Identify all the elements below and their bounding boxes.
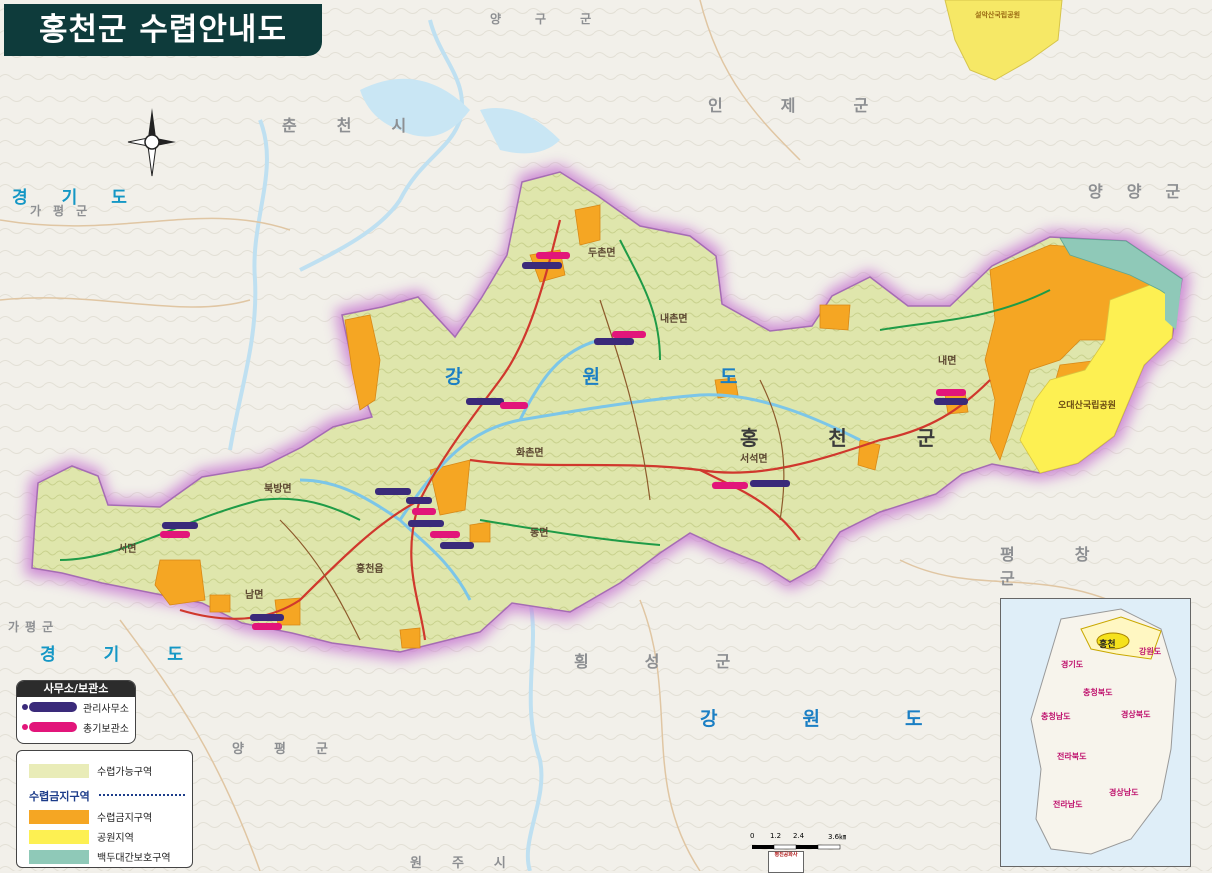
town-hongcheon-eup: 홍천읍 <box>356 564 384 575</box>
korea-inset-map: 홍천 강원도 경기도 충청북도 충청남도 경상북도 전라북도 경상남도 전라남도 <box>1000 598 1191 867</box>
forbidden-label: 수렵금지구역 <box>97 813 153 824</box>
baekdu-label: 백두대간보호구역 <box>97 853 171 864</box>
label-gapyeong-sw: 가평군 <box>8 620 60 634</box>
inset-jeonbuk: 전라북도 <box>1057 752 1087 761</box>
gun-storage-legend-label: 총기보관소 <box>83 723 129 735</box>
legend-row-park: 공원지역 <box>29 829 134 844</box>
forbidden-header: 수렵금지구역 <box>29 790 90 803</box>
publisher-name: 평진공화사 <box>774 852 798 858</box>
label-gangwon-main: 강원도 <box>445 366 858 388</box>
inset-chungbuk: 충청북도 <box>1083 688 1113 697</box>
scale-2: 2.4 <box>793 832 805 840</box>
label-inje: 인제군 <box>708 96 927 115</box>
inset-gyeongnam: 경상남도 <box>1109 788 1139 797</box>
label-gangwon-south: 강원도 <box>700 708 1008 730</box>
inset-gangwon: 강원도 <box>1139 647 1162 656</box>
map-title: 홍천군 수렵안내도 <box>4 4 322 56</box>
scale-1: 1.2 <box>770 832 782 840</box>
label-yangpyeong: 양평군 <box>232 742 358 757</box>
town-seoseok: 서석면 <box>740 454 768 465</box>
town-naemyeon: 내면 <box>938 356 957 367</box>
label-pyeongchang: 평창군 <box>1000 545 1150 588</box>
gun-storage-swatch <box>22 722 77 732</box>
office-legend: 사무소/보관소 관리사무소 총기보관소 <box>16 680 136 744</box>
inset-jeonnam: 전라남도 <box>1053 800 1083 809</box>
town-nammyeon: 남면 <box>245 590 264 601</box>
scale-3: 3.6㎞ <box>828 833 847 841</box>
office-legend-label: 관리사무소 <box>83 703 129 715</box>
park-swatch <box>29 829 89 844</box>
label-gapyeong-nw: 가평군 <box>30 204 100 218</box>
allowed-label: 수렵가능구역 <box>97 767 153 778</box>
office-legend-row: 관리사무소 <box>17 697 135 717</box>
legend-row-allowed: 수렵가능구역 <box>29 763 152 778</box>
office-swatch <box>22 702 77 712</box>
office-legend-row: 총기보관소 <box>17 717 135 737</box>
label-yanggu: 양구군 <box>490 12 626 26</box>
label-chuncheon: 춘천시 <box>282 116 447 135</box>
label-hoengseong: 횡성군 <box>574 652 787 671</box>
label-yangyang: 양양군 <box>1088 182 1205 201</box>
town-hwachon: 화촌면 <box>516 448 544 459</box>
office-legend-header: 사무소/보관소 <box>17 681 135 697</box>
baekdu-swatch <box>29 849 89 864</box>
label-hongcheon-main: 홍천군 <box>740 426 1006 450</box>
scale-0: 0 <box>750 832 755 840</box>
town-naechon: 내촌면 <box>660 314 688 325</box>
inset-gyeonggi: 경기도 <box>1061 660 1084 669</box>
zone-legend: 수렵가능구역 수렵금지구역 수렵금지구역 공원지역 백두대간보호구역 <box>16 750 193 868</box>
town-dongmyeon: 동면 <box>530 528 549 539</box>
publisher-box: 평진공화사 <box>768 851 804 873</box>
forbidden-swatch <box>29 809 89 824</box>
town-bukbang: 북방면 <box>264 484 292 495</box>
label-odaesan: 오대산국립공원 <box>1058 401 1116 411</box>
legend-divider <box>99 794 185 796</box>
inset-gyeongbuk: 경상북도 <box>1121 710 1151 719</box>
inset-svg <box>1030 608 1177 855</box>
label-seorak: 설악산국립공원 <box>975 11 1021 19</box>
allowed-swatch <box>29 763 89 778</box>
town-seomyeon: 서면 <box>118 544 137 555</box>
inset-highlight: 홍천 <box>1099 640 1116 650</box>
town-duchon: 두촌면 <box>588 248 616 259</box>
park-label: 공원지역 <box>97 833 134 844</box>
legend-row-forbidden: 수렵금지구역 <box>29 809 152 824</box>
legend-row-baekdu: 백두대간보호구역 <box>29 849 171 864</box>
label-wonju: 원주시 <box>410 856 536 871</box>
inset-chungnam: 충청남도 <box>1041 712 1071 721</box>
label-gyeonggi-sw: 경기도 <box>40 645 231 665</box>
